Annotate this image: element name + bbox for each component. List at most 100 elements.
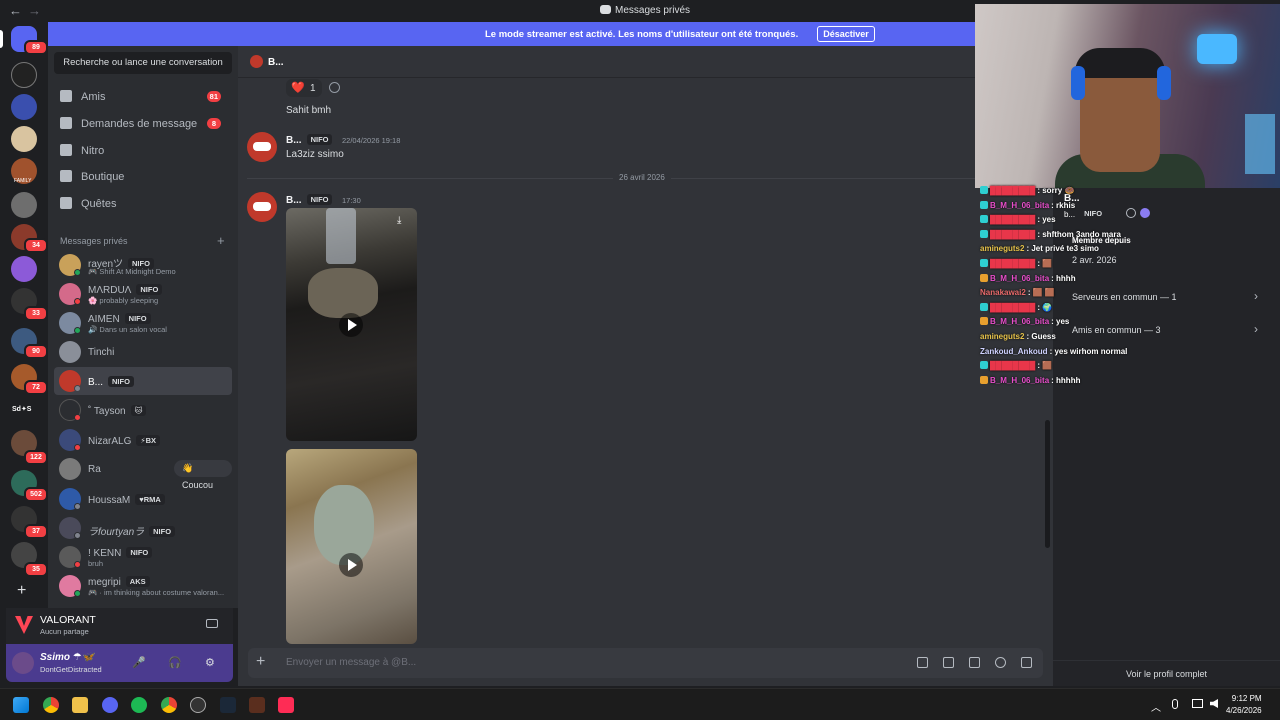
steam-icon[interactable] bbox=[220, 697, 236, 713]
nav-label: Nitro bbox=[81, 145, 105, 157]
badge-icon[interactable] bbox=[1126, 208, 1136, 218]
dm-item[interactable]: Ra 👋 Coucou bbox=[54, 455, 232, 490]
sticker-icon[interactable] bbox=[969, 657, 980, 668]
dm-item[interactable]: ラfourtyanラ NIFO bbox=[54, 514, 232, 542]
play-icon[interactable] bbox=[339, 313, 363, 337]
server-icon[interactable] bbox=[11, 256, 37, 282]
headset-icon[interactable]: 🎧 bbox=[168, 656, 182, 669]
add-reaction-icon[interactable] bbox=[329, 82, 340, 93]
chat-badge-icon bbox=[980, 186, 988, 194]
file-explorer-icon[interactable] bbox=[72, 697, 88, 713]
dm-name: NizarALG ⚡BX bbox=[88, 435, 161, 447]
badge-icon[interactable] bbox=[1140, 208, 1150, 218]
message-input[interactable]: Envoyer un message à @B... bbox=[286, 657, 416, 668]
server-icon[interactable] bbox=[11, 192, 37, 218]
nitro-icon bbox=[60, 144, 72, 156]
dm-item[interactable]: ! KENN NIFO bruh bbox=[54, 543, 232, 571]
nav-quests[interactable]: Quêtes bbox=[54, 192, 232, 216]
dm-item[interactable]: HoussaM ♥RMA bbox=[54, 485, 232, 513]
dm-name: ˚ Tayson 🐱 bbox=[88, 405, 147, 417]
clan-tag: ♥RMA bbox=[135, 494, 165, 505]
dm-item[interactable]: MΛRDUΛ NIFO 🌸 probably sleeping bbox=[54, 280, 232, 308]
volume-icon[interactable] bbox=[1210, 699, 1218, 708]
dm-item[interactable]: rayenツ NIFO 🎮 Shift At Midnight Demo bbox=[54, 251, 232, 279]
nav-label: Quêtes bbox=[81, 198, 117, 210]
chat-scrollbar[interactable] bbox=[1045, 420, 1050, 548]
windows-start-icon[interactable] bbox=[13, 697, 29, 713]
create-dm-icon[interactable]: + bbox=[217, 233, 225, 248]
disable-streamer-mode-button[interactable]: Désactiver bbox=[817, 26, 875, 42]
tiktok-icon[interactable] bbox=[278, 697, 294, 713]
add-attachment-icon[interactable]: + bbox=[256, 653, 265, 671]
server-icon[interactable] bbox=[11, 126, 37, 152]
dm-name: ラfourtyanラ NIFO bbox=[88, 523, 176, 538]
nav-nitro[interactable]: Nitro bbox=[54, 139, 232, 163]
server-badge: 37 bbox=[24, 524, 48, 539]
dm-item[interactable]: AIMEN NIFO 🔊 Dans un salon vocal bbox=[54, 309, 232, 337]
dm-item[interactable]: Tinchi bbox=[54, 338, 232, 366]
nav-shop[interactable]: Boutique bbox=[54, 165, 232, 189]
video-attachment[interactable] bbox=[286, 449, 417, 644]
stream-chat-line: amineguts2: Jet privé te3 simo bbox=[980, 244, 1099, 253]
download-icon[interactable]: ⤓ bbox=[397, 215, 409, 227]
forward-arrow-icon[interactable]: → bbox=[28, 3, 41, 18]
stream-chat-message: : yes bbox=[1037, 215, 1056, 225]
clan-tag: ⚡BX bbox=[136, 435, 161, 446]
search-input[interactable]: Recherche ou lance une conversation bbox=[54, 52, 232, 74]
settings-gear-icon[interactable]: ⚙ bbox=[205, 656, 215, 669]
mutual-friends-row[interactable]: Amis en commun — 3 › bbox=[1066, 317, 1268, 343]
tray-overflow-icon[interactable]: ︿ bbox=[1151, 699, 1161, 714]
dm-item-selected[interactable]: B... NIFO bbox=[54, 367, 232, 395]
message-author[interactable]: B... NIFO bbox=[286, 194, 333, 206]
discord-logo-icon bbox=[600, 5, 611, 14]
game-icon[interactable] bbox=[249, 697, 265, 713]
apps-icon[interactable] bbox=[1021, 657, 1032, 668]
clock[interactable]: 9:12 PM 4/26/2026 bbox=[1226, 693, 1262, 717]
nav-message-requests[interactable]: Demandes de message 8 bbox=[54, 112, 232, 136]
microphone-tray-icon[interactable] bbox=[1172, 699, 1178, 709]
server-icon[interactable] bbox=[11, 94, 37, 120]
gift-icon[interactable] bbox=[917, 657, 928, 668]
back-arrow-icon[interactable]: ← bbox=[9, 3, 22, 18]
gif-icon[interactable] bbox=[943, 657, 954, 668]
screen-share-icon[interactable] bbox=[206, 619, 218, 628]
add-server-icon[interactable]: + bbox=[17, 582, 26, 600]
chat-badge-icon bbox=[980, 200, 988, 209]
mutual-servers-row[interactable]: Serveurs en commun — 1 › bbox=[1066, 284, 1268, 310]
network-icon[interactable] bbox=[1192, 699, 1203, 708]
message-composer[interactable]: + Envoyer un message à @B... bbox=[248, 648, 1043, 678]
server-badge: 33 bbox=[24, 306, 48, 321]
server-icon[interactable] bbox=[11, 62, 37, 88]
obs-icon[interactable] bbox=[190, 697, 206, 713]
friends-icon bbox=[60, 90, 72, 102]
dm-activity: 🔊 Dans un salon vocal bbox=[88, 325, 167, 334]
chrome-icon[interactable] bbox=[43, 697, 59, 713]
dm-name-text: ラfourtyanラ bbox=[88, 527, 145, 538]
wave-button[interactable]: 👋 Coucou bbox=[174, 460, 232, 490]
stream-chat-message: : rkhis bbox=[1051, 200, 1076, 210]
dm-item[interactable]: NizarALG ⚡BX bbox=[54, 426, 232, 454]
reaction-count: 1 bbox=[310, 83, 316, 94]
dm-activity: 🌸 probably sleeping bbox=[88, 296, 159, 305]
spotify-icon[interactable] bbox=[131, 697, 147, 713]
discord-taskbar-icon[interactable] bbox=[102, 697, 118, 713]
author-name: B... bbox=[286, 135, 302, 146]
nav-friends[interactable]: Amis 81 bbox=[54, 85, 232, 109]
dm-item[interactable]: ˚ Tayson 🐱 bbox=[54, 396, 232, 424]
view-full-profile-button[interactable]: Voir le profil complet bbox=[1053, 660, 1280, 686]
message-author[interactable]: B... NIFO bbox=[286, 134, 333, 146]
stream-chat-line: B_M_H_06_bita: hhhhh bbox=[980, 375, 1080, 385]
video-attachment[interactable]: ⤓ bbox=[286, 208, 417, 441]
avatar[interactable] bbox=[247, 132, 277, 162]
reaction-chip[interactable]: ❤️ 1 bbox=[286, 79, 322, 97]
dm-item[interactable]: megripi AKS 🎮 · im thinking about costume … bbox=[54, 572, 232, 600]
play-icon[interactable] bbox=[339, 553, 363, 577]
microphone-icon[interactable]: 🎤 bbox=[132, 656, 146, 669]
stream-chat-username: ████████ bbox=[990, 259, 1036, 268]
dm-name-text: megripi bbox=[88, 577, 121, 588]
avatar[interactable] bbox=[12, 652, 34, 674]
chrome-icon[interactable] bbox=[161, 697, 177, 713]
avatar[interactable] bbox=[247, 192, 277, 222]
text-server-icon[interactable]: Sd✦S bbox=[12, 405, 31, 413]
emoji-icon[interactable] bbox=[995, 657, 1006, 668]
